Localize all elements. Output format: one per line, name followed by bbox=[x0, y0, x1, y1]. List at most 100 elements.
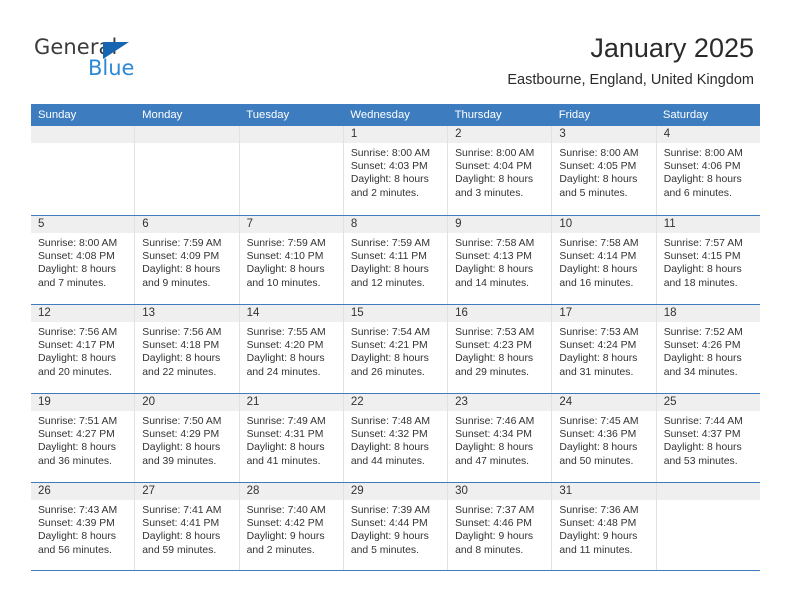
calendar-week-row: 5 Sunrise: 8:00 AM Sunset: 4:08 PM Daylight… bbox=[31, 215, 760, 304]
calendar-day-cell[interactable]: 3 Sunrise: 8:00 AM Sunset: 4:05 PM Daylight… bbox=[552, 126, 657, 215]
calendar-week-row: 1 Sunrise: 8:00 AM Sunset: 4:03 PM Daylight… bbox=[31, 126, 760, 215]
calendar-day-cell[interactable]: 28 Sunrise: 7:40 AM Sunset: 4:42 PM Dayligh… bbox=[239, 483, 344, 570]
day-details: Sunrise: 7:56 AM Sunset: 4:17 PM Daylight:… bbox=[31, 322, 134, 379]
sunrise-text: Sunrise: 8:00 AM bbox=[559, 148, 639, 159]
calendar-day-cell[interactable]: 16 Sunrise: 7:53 AM Sunset: 4:23 PM Dayligh… bbox=[448, 305, 553, 393]
calendar-day-cell[interactable]: 29 Sunrise: 7:39 AM Sunset: 4:44 PM Dayligh… bbox=[343, 483, 449, 570]
sunset-text: Sunset: 4:09 PM bbox=[142, 251, 220, 263]
calendar-cell-empty bbox=[239, 126, 344, 215]
sunset-text: Sunset: 4:14 PM bbox=[559, 251, 637, 263]
sunrise-text: Sunrise: 7:36 AM bbox=[559, 505, 639, 516]
day-details: Sunrise: 7:36 AM Sunset: 4:48 PM Daylight:… bbox=[552, 500, 655, 557]
sunset-text: Sunset: 4:37 PM bbox=[663, 429, 741, 441]
calendar-day-cell[interactable]: 7 Sunrise: 7:59 AM Sunset: 4:10 PM Daylight… bbox=[239, 216, 344, 304]
sunrise-text: Sunrise: 7:46 AM bbox=[455, 416, 535, 427]
daylight-text: Daylight: 8 hours and 59 minutes. bbox=[142, 531, 221, 556]
page-subtitle: Eastbourne, England, United Kingdom bbox=[507, 72, 754, 88]
daylight-text: Daylight: 8 hours and 7 minutes. bbox=[38, 264, 116, 289]
day-details: Sunrise: 7:40 AM Sunset: 4:42 PM Daylight:… bbox=[240, 500, 343, 557]
day-details: Sunrise: 7:59 AM Sunset: 4:09 PM Daylight:… bbox=[135, 233, 238, 290]
sunrise-text: Sunrise: 7:52 AM bbox=[663, 327, 743, 338]
day-details: Sunrise: 7:52 AM Sunset: 4:26 PM Daylight:… bbox=[657, 322, 760, 379]
daylight-text: Daylight: 8 hours and 39 minutes. bbox=[142, 442, 221, 467]
day-number: 6 bbox=[135, 216, 239, 233]
calendar-day-cell[interactable]: 20 Sunrise: 7:50 AM Sunset: 4:29 PM Dayligh… bbox=[135, 394, 240, 482]
daylight-text: Daylight: 8 hours and 16 minutes. bbox=[559, 264, 638, 289]
calendar-day-cell[interactable]: 2 Sunrise: 8:00 AM Sunset: 4:04 PM Daylight… bbox=[448, 126, 553, 215]
calendar-day-cell[interactable]: 8 Sunrise: 7:59 AM Sunset: 4:11 PM Daylight… bbox=[343, 216, 449, 304]
calendar-cell-empty bbox=[31, 126, 136, 215]
calendar-day-cell[interactable]: 5 Sunrise: 8:00 AM Sunset: 4:08 PM Daylight… bbox=[31, 216, 136, 304]
day-number: 2 bbox=[448, 126, 552, 143]
title-block: January 2025 Eastbourne, England, United… bbox=[507, 32, 754, 90]
day-number: 14 bbox=[239, 305, 343, 322]
calendar-day-cell[interactable]: 18 Sunrise: 7:52 AM Sunset: 4:26 PM Dayligh… bbox=[656, 305, 760, 393]
sunrise-text: Sunrise: 7:37 AM bbox=[455, 505, 535, 516]
general-blue-logo[interactable]: General Blue bbox=[34, 36, 194, 84]
sunrise-text: Sunrise: 7:39 AM bbox=[350, 505, 430, 516]
sunrise-text: Sunrise: 8:00 AM bbox=[38, 238, 118, 249]
calendar-day-cell[interactable]: 6 Sunrise: 7:59 AM Sunset: 4:09 PM Daylight… bbox=[135, 216, 240, 304]
day-details: Sunrise: 7:51 AM Sunset: 4:27 PM Daylight:… bbox=[31, 411, 134, 468]
sunrise-text: Sunrise: 7:49 AM bbox=[246, 416, 326, 427]
day-details: Sunrise: 7:48 AM Sunset: 4:32 PM Daylight:… bbox=[344, 411, 447, 468]
sunset-text: Sunset: 4:08 PM bbox=[38, 251, 115, 263]
daylight-text: Daylight: 8 hours and 44 minutes. bbox=[350, 442, 429, 467]
day-details: Sunrise: 7:37 AM Sunset: 4:46 PM Daylight:… bbox=[448, 500, 551, 557]
calendar-day-cell[interactable]: 11 Sunrise: 7:57 AM Sunset: 4:15 PM Dayligh… bbox=[656, 216, 760, 304]
calendar-day-cell[interactable]: 12 Sunrise: 7:56 AM Sunset: 4:17 PM Dayligh… bbox=[31, 305, 136, 393]
logo-text-blue: Blue bbox=[88, 56, 135, 80]
sunrise-text: Sunrise: 7:58 AM bbox=[559, 238, 639, 249]
day-details: Sunrise: 7:59 AM Sunset: 4:10 PM Daylight:… bbox=[240, 233, 343, 290]
sunrise-text: Sunrise: 7:56 AM bbox=[38, 327, 118, 338]
day-details: Sunrise: 7:57 AM Sunset: 4:15 PM Daylight:… bbox=[657, 233, 760, 290]
calendar-day-cell[interactable]: 21 Sunrise: 7:49 AM Sunset: 4:31 PM Dayligh… bbox=[239, 394, 344, 482]
calendar-day-cell[interactable]: 19 Sunrise: 7:51 AM Sunset: 4:27 PM Dayligh… bbox=[31, 394, 136, 482]
sunrise-text: Sunrise: 7:56 AM bbox=[142, 327, 222, 338]
day-number: 11 bbox=[656, 216, 760, 233]
calendar-day-cell[interactable]: 13 Sunrise: 7:56 AM Sunset: 4:18 PM Dayligh… bbox=[135, 305, 240, 393]
day-number: 29 bbox=[343, 483, 448, 500]
calendar-day-cell[interactable]: 9 Sunrise: 7:58 AM Sunset: 4:13 PM Daylight… bbox=[448, 216, 553, 304]
day-number bbox=[239, 126, 343, 143]
daylight-text: Daylight: 8 hours and 14 minutes. bbox=[455, 264, 534, 289]
calendar-day-cell[interactable]: 15 Sunrise: 7:54 AM Sunset: 4:21 PM Dayligh… bbox=[343, 305, 449, 393]
day-details: Sunrise: 7:58 AM Sunset: 4:14 PM Daylight:… bbox=[552, 233, 655, 290]
calendar-day-cell[interactable]: 4 Sunrise: 8:00 AM Sunset: 4:06 PM Daylight… bbox=[656, 126, 760, 215]
calendar-day-cell[interactable]: 25 Sunrise: 7:44 AM Sunset: 4:37 PM Dayligh… bbox=[656, 394, 760, 482]
sunset-text: Sunset: 4:21 PM bbox=[350, 340, 428, 352]
day-number: 27 bbox=[135, 483, 239, 500]
day-details: Sunrise: 7:41 AM Sunset: 4:41 PM Daylight:… bbox=[135, 500, 238, 557]
sunset-text: Sunset: 4:11 PM bbox=[350, 251, 427, 263]
day-details: Sunrise: 8:00 AM Sunset: 4:05 PM Daylight:… bbox=[552, 143, 655, 200]
calendar-day-cell[interactable]: 23 Sunrise: 7:46 AM Sunset: 4:34 PM Dayligh… bbox=[448, 394, 553, 482]
day-details: Sunrise: 7:55 AM Sunset: 4:20 PM Daylight:… bbox=[240, 322, 343, 379]
daylight-text: Daylight: 8 hours and 36 minutes. bbox=[38, 442, 116, 467]
calendar-day-cell[interactable]: 26 Sunrise: 7:43 AM Sunset: 4:39 PM Dayligh… bbox=[31, 483, 136, 570]
sunset-text: Sunset: 4:26 PM bbox=[663, 340, 741, 352]
calendar-day-cell[interactable]: 27 Sunrise: 7:41 AM Sunset: 4:41 PM Dayligh… bbox=[135, 483, 240, 570]
day-details: Sunrise: 7:43 AM Sunset: 4:39 PM Daylight:… bbox=[31, 500, 134, 557]
day-details: Sunrise: 7:53 AM Sunset: 4:24 PM Daylight:… bbox=[552, 322, 655, 379]
calendar-day-cell[interactable]: 22 Sunrise: 7:48 AM Sunset: 4:32 PM Dayligh… bbox=[343, 394, 449, 482]
daylight-text: Daylight: 8 hours and 9 minutes. bbox=[142, 264, 221, 289]
sunrise-text: Sunrise: 8:00 AM bbox=[455, 148, 535, 159]
day-details: Sunrise: 7:56 AM Sunset: 4:18 PM Daylight:… bbox=[135, 322, 238, 379]
calendar-day-cell[interactable]: 1 Sunrise: 8:00 AM Sunset: 4:03 PM Daylight… bbox=[343, 126, 449, 215]
sunrise-text: Sunrise: 7:53 AM bbox=[559, 327, 639, 338]
sunset-text: Sunset: 4:24 PM bbox=[559, 340, 637, 352]
calendar-day-cell[interactable]: 17 Sunrise: 7:53 AM Sunset: 4:24 PM Dayligh… bbox=[552, 305, 657, 393]
sunset-text: Sunset: 4:18 PM bbox=[142, 340, 220, 352]
calendar-day-cell[interactable]: 10 Sunrise: 7:58 AM Sunset: 4:14 PM Dayligh… bbox=[552, 216, 657, 304]
sunrise-text: Sunrise: 7:45 AM bbox=[559, 416, 639, 427]
daylight-text: Daylight: 8 hours and 50 minutes. bbox=[559, 442, 638, 467]
calendar-day-cell[interactable]: 30 Sunrise: 7:37 AM Sunset: 4:46 PM Dayligh… bbox=[448, 483, 553, 570]
calendar-day-cell[interactable]: 24 Sunrise: 7:45 AM Sunset: 4:36 PM Dayligh… bbox=[552, 394, 657, 482]
day-details: Sunrise: 7:39 AM Sunset: 4:44 PM Daylight:… bbox=[344, 500, 447, 557]
calendar-day-cell[interactable]: 31 Sunrise: 7:36 AM Sunset: 4:48 PM Dayligh… bbox=[552, 483, 657, 570]
daylight-text: Daylight: 8 hours and 56 minutes. bbox=[38, 531, 116, 556]
daylight-text: Daylight: 9 hours and 8 minutes. bbox=[455, 531, 534, 556]
day-number bbox=[656, 483, 760, 500]
calendar-day-cell[interactable]: 14 Sunrise: 7:55 AM Sunset: 4:20 PM Dayligh… bbox=[239, 305, 344, 393]
sunset-text: Sunset: 4:04 PM bbox=[455, 161, 532, 173]
